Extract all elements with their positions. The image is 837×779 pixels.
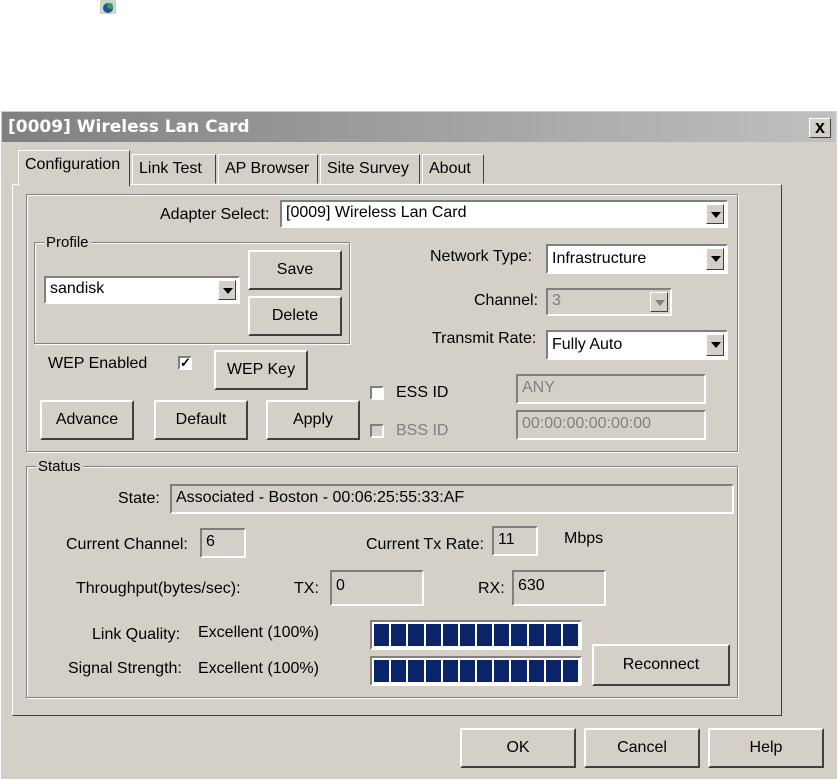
transmit-rate-dropdown[interactable]: Fully Auto	[546, 330, 728, 360]
state-field: Associated - Boston - 00:06:25:55:33:AF	[170, 484, 734, 514]
bss-id-checkbox[interactable]	[370, 424, 384, 438]
link-quality-label: Link Quality:	[92, 626, 181, 643]
current-tx-rate-label: Current Tx Rate:	[366, 536, 484, 553]
meter-segment	[545, 624, 561, 646]
network-type-label: Network Type:	[430, 248, 532, 265]
status-legend: Status	[36, 458, 83, 475]
channel-dropdown[interactable]: 3	[546, 288, 672, 316]
chevron-down-icon[interactable]	[706, 204, 724, 224]
wireless-tray-icon	[100, 0, 116, 14]
meter-segment	[477, 660, 493, 682]
tab-site-survey[interactable]: Site Survey	[320, 154, 420, 184]
tab-configuration[interactable]: Configuration	[18, 150, 130, 186]
cancel-button[interactable]: Cancel	[584, 728, 700, 768]
chevron-down-icon[interactable]	[218, 280, 236, 300]
current-tx-rate-field: 11	[492, 526, 538, 556]
mbps-label: Mbps	[564, 530, 604, 547]
ess-id-field[interactable]: ANY	[516, 374, 706, 404]
ess-id-label: ESS ID	[396, 384, 449, 401]
profile-dropdown[interactable]: sandisk	[44, 276, 240, 304]
wep-key-button[interactable]: WEP Key	[214, 350, 308, 390]
tab-ap-browser[interactable]: AP Browser	[218, 154, 318, 184]
meter-segment	[477, 624, 493, 646]
meter-segment	[562, 624, 579, 646]
help-button[interactable]: Help	[708, 728, 824, 768]
network-type-dropdown[interactable]: Infrastructure	[546, 244, 728, 274]
tx-field: 0	[330, 570, 424, 606]
signal-strength-value: Excellent (100%)	[198, 660, 319, 677]
state-label: State:	[118, 490, 160, 507]
apply-button[interactable]: Apply	[266, 400, 360, 440]
channel-value: 3	[552, 292, 561, 309]
chevron-down-icon[interactable]	[706, 334, 724, 356]
current-channel-label: Current Channel:	[66, 536, 188, 553]
meter-segment	[545, 660, 561, 682]
bss-id-field[interactable]: 00:00:00:00:00:00	[516, 410, 706, 440]
wep-enabled-label: WEP Enabled	[48, 355, 148, 372]
meter-segment	[562, 660, 579, 682]
meter-segment	[494, 660, 510, 682]
throughput-label: Throughput(bytes/sec):	[76, 580, 241, 597]
wep-enabled-checkbox[interactable]: ✓	[178, 356, 192, 370]
reconnect-button[interactable]: Reconnect	[592, 644, 730, 686]
signal-strength-label: Signal Strength:	[68, 660, 182, 677]
window-title: [0009] Wireless Lan Card	[8, 117, 250, 137]
meter-segment	[408, 660, 424, 682]
chevron-down-icon[interactable]	[650, 292, 668, 312]
link-quality-meter	[370, 620, 582, 650]
advance-button[interactable]: Advance	[40, 400, 134, 440]
meter-segment	[494, 624, 510, 646]
meter-segment	[459, 660, 476, 682]
meter-segment	[425, 624, 441, 646]
meter-segment	[408, 624, 424, 646]
meter-segment	[442, 660, 458, 682]
meter-segment	[374, 660, 390, 682]
bss-id-label: BSS ID	[396, 422, 449, 439]
adapter-select-value: [0009] Wireless Lan Card	[286, 204, 467, 221]
delete-button[interactable]: Delete	[248, 296, 342, 336]
ess-id-checkbox[interactable]	[370, 386, 384, 400]
channel-label: Channel:	[474, 292, 539, 309]
transmit-rate-value: Fully Auto	[552, 336, 623, 353]
chevron-down-icon[interactable]	[706, 248, 724, 270]
default-button[interactable]: Default	[154, 400, 248, 440]
meter-segment	[374, 624, 390, 646]
adapter-select-label: Adapter Select:	[160, 206, 270, 223]
network-type-value: Infrastructure	[552, 250, 647, 267]
transmit-rate-label: Transmit Rate:	[432, 330, 537, 347]
link-quality-value: Excellent (100%)	[198, 624, 319, 641]
meter-segment	[511, 624, 527, 646]
signal-strength-meter	[370, 656, 582, 686]
meter-segment	[528, 660, 544, 682]
tab-about[interactable]: About	[422, 154, 484, 184]
profile-value: sandisk	[50, 280, 105, 297]
current-channel-field: 6	[200, 528, 246, 558]
tab-link-test[interactable]: Link Test	[132, 154, 216, 184]
ok-button[interactable]: OK	[460, 728, 576, 768]
meter-segment	[391, 624, 407, 646]
meter-segment	[528, 624, 544, 646]
meter-segment	[459, 624, 476, 646]
profile-legend: Profile	[44, 234, 91, 251]
meter-segment	[442, 624, 458, 646]
meter-segment	[391, 660, 407, 682]
save-button[interactable]: Save	[248, 250, 342, 290]
rx-label: RX:	[478, 580, 505, 597]
meter-segment	[511, 660, 527, 682]
adapter-select-dropdown[interactable]: [0009] Wireless Lan Card	[280, 200, 728, 228]
meter-segment	[425, 660, 441, 682]
rx-field: 630	[512, 570, 606, 606]
close-button[interactable]: x	[809, 118, 831, 138]
tx-label: TX:	[294, 580, 319, 597]
